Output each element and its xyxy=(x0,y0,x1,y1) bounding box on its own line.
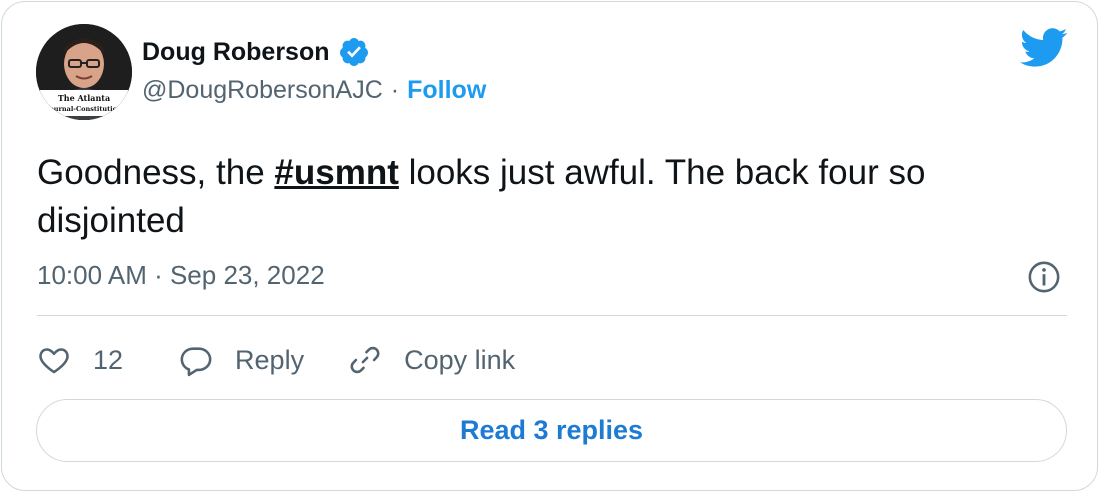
separator-dot: · xyxy=(390,76,400,104)
copy-link-button[interactable]: Copy link xyxy=(348,343,515,377)
author-handle[interactable]: @DougRobersonAJC xyxy=(142,76,383,105)
link-icon xyxy=(350,346,380,374)
copy-link-label: Copy link xyxy=(404,344,516,375)
tweet-text-start: Goodness, the xyxy=(37,153,275,192)
reply-button[interactable]: Reply xyxy=(179,343,304,377)
like-button[interactable]: 12 xyxy=(37,343,123,377)
tweet-timestamp[interactable]: 10:00 AM · Sep 23, 2022 xyxy=(37,260,325,291)
action-bar: 12 Reply Copy link xyxy=(37,338,515,382)
speech-bubble-icon xyxy=(180,347,212,377)
avatar-caption-line2: Journal-Constitution xyxy=(45,105,122,113)
reply-label: Reply xyxy=(235,344,305,375)
avatar-image: The Atlanta Journal-Constitution xyxy=(36,24,132,120)
hashtag-link[interactable]: #usmnt xyxy=(274,153,398,192)
author-name-row: Doug Roberson xyxy=(142,35,370,69)
heart-icon xyxy=(39,348,69,374)
tweet-embed-card: The Atlanta Journal-Constitution Doug Ro… xyxy=(1,1,1098,491)
divider xyxy=(37,315,1067,316)
follow-link[interactable]: Follow xyxy=(407,76,486,105)
read-replies-button[interactable]: Read 3 replies xyxy=(36,399,1067,462)
avatar[interactable]: The Atlanta Journal-Constitution xyxy=(36,24,132,120)
info-icon[interactable] xyxy=(1027,260,1061,294)
like-count: 12 xyxy=(93,344,124,375)
avatar-caption-line1: The Atlanta xyxy=(58,93,110,103)
verified-badge-icon xyxy=(339,38,368,66)
author-handle-row: @DougRobersonAJC · Follow xyxy=(142,76,486,105)
tweet-text: Goodness, the #usmnt looks just awful. T… xyxy=(37,149,1057,245)
twitter-bird-icon[interactable] xyxy=(1020,28,1068,68)
author-name[interactable]: Doug Roberson xyxy=(142,38,330,67)
